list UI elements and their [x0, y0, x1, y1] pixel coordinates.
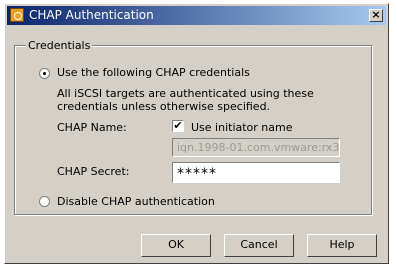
use-chap-credentials-label[interactable]: Use the following CHAP credentials	[57, 66, 250, 79]
use-initiator-name-label[interactable]: Use initiator name	[191, 121, 293, 134]
description-line-1: All iSCSI targets are authenticated usin…	[57, 87, 314, 100]
close-button[interactable]: ×	[369, 9, 383, 22]
chap-name-field[interactable]: iqn.1998-01.com.vmware:rx300	[172, 138, 340, 157]
credentials-group-label: Credentials	[26, 39, 93, 52]
app-icon	[10, 8, 24, 22]
cancel-button[interactable]: Cancel	[224, 234, 294, 257]
use-chap-credentials-radio[interactable]	[39, 68, 50, 79]
chap-secret-label: CHAP Secret:	[57, 165, 130, 178]
description-line-2: credentials unless otherwise specified.	[57, 100, 271, 113]
window-title: CHAP Authentication	[29, 8, 154, 22]
use-initiator-name-checkbox[interactable]: ✔	[172, 120, 184, 132]
disable-chap-label[interactable]: Disable CHAP authentication	[57, 195, 215, 208]
chap-secret-field[interactable]: *****	[172, 162, 340, 183]
disable-chap-radio[interactable]	[39, 196, 50, 207]
help-button[interactable]: Help	[307, 234, 377, 257]
chap-name-label: CHAP Name:	[57, 121, 127, 134]
ok-button[interactable]: OK	[141, 234, 211, 257]
title-bar[interactable]: CHAP Authentication ×	[7, 6, 386, 25]
